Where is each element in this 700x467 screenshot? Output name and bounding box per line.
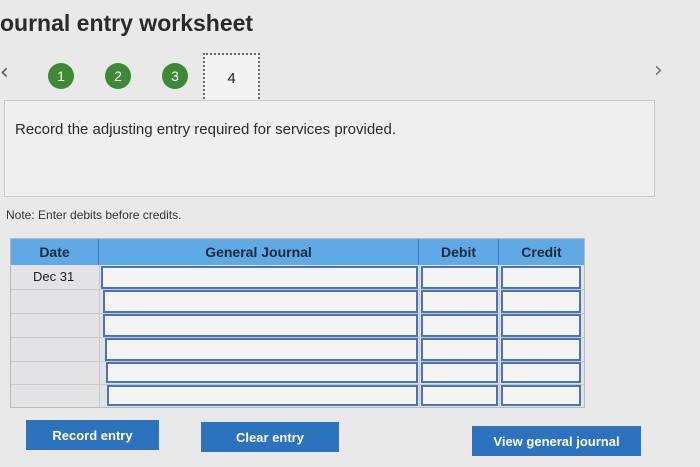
clear-entry-button[interactable]: Clear entry [201, 422, 339, 452]
debit-input-1[interactable] [421, 266, 498, 289]
account-input-5[interactable] [106, 362, 418, 383]
table-row-date [11, 338, 99, 361]
step-2[interactable]: 2 [105, 63, 131, 89]
debit-input-2[interactable] [421, 290, 498, 313]
view-general-journal-button[interactable]: View general journal [472, 426, 641, 456]
table-row-date [11, 362, 99, 385]
column-header-credit: Credit [499, 239, 584, 265]
chevron-right-icon[interactable]: › [654, 58, 663, 83]
step-3[interactable]: 3 [162, 63, 188, 89]
column-header-general-journal: General Journal [99, 239, 419, 265]
debit-input-6[interactable] [421, 385, 498, 406]
credit-input-2[interactable] [501, 290, 581, 313]
credit-input-6[interactable] [501, 385, 581, 406]
column-header-date: Date [11, 239, 99, 265]
credit-input-1[interactable] [501, 266, 581, 289]
table-row-date [11, 290, 99, 313]
credit-input-4[interactable] [501, 338, 581, 361]
page-title: ournal entry worksheet [0, 10, 254, 36]
table-row-date [11, 314, 99, 337]
journal-table: Date General Journal Debit Credit Dec 31 [10, 238, 585, 408]
account-input-1[interactable] [101, 266, 418, 289]
chevron-left-icon[interactable]: ‹ [0, 60, 9, 85]
account-input-3[interactable] [103, 314, 418, 337]
credit-input-3[interactable] [501, 314, 581, 337]
table-row-date: Dec 31 [33, 269, 75, 284]
debit-input-5[interactable] [421, 362, 498, 383]
account-input-4[interactable] [105, 338, 418, 361]
note-text: Note: Enter debits before credits. [6, 208, 182, 222]
debit-input-3[interactable] [421, 314, 498, 337]
column-divider [499, 265, 500, 407]
credit-input-5[interactable] [501, 362, 581, 383]
account-input-6[interactable] [107, 385, 418, 406]
account-input-2[interactable] [103, 290, 418, 313]
prompt-text: Record the adjusting entry required for … [15, 121, 397, 138]
prompt-box: Record the adjusting entry required for … [4, 100, 655, 197]
step-1[interactable]: 1 [48, 63, 74, 89]
column-header-debit: Debit [419, 239, 499, 265]
record-entry-button[interactable]: Record entry [26, 420, 159, 450]
step-4-current[interactable]: 4 [203, 53, 260, 103]
debit-input-4[interactable] [421, 338, 498, 361]
table-row-date [11, 385, 99, 408]
column-divider [419, 265, 420, 407]
column-divider [99, 265, 100, 407]
